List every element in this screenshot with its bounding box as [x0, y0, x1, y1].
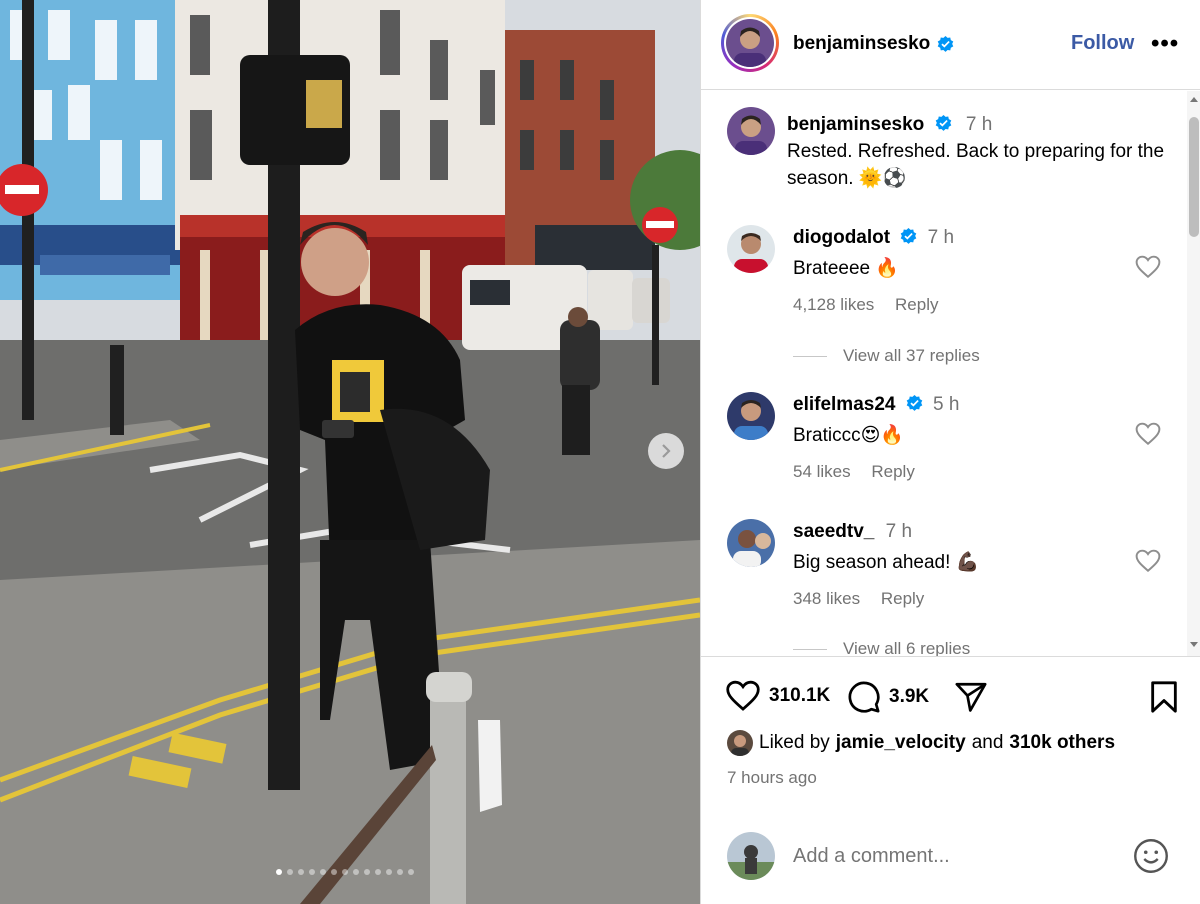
avatar[interactable]	[727, 519, 775, 567]
view-replies-label[interactable]: View all 37 replies	[843, 346, 980, 366]
view-replies-label[interactable]: View all 6 replies	[843, 639, 970, 656]
liked-by-user[interactable]: jamie_velocity	[836, 732, 966, 754]
avatar[interactable]	[727, 225, 775, 273]
avatar	[726, 19, 774, 67]
carousel-dot	[331, 869, 337, 875]
comments-scrollbar[interactable]	[1187, 91, 1200, 656]
verified-icon	[935, 114, 951, 131]
avatar[interactable]	[727, 392, 775, 440]
bookmark-icon	[1151, 681, 1177, 713]
follow-button[interactable]: Follow	[1071, 32, 1134, 55]
comment-icon	[848, 681, 880, 713]
action-bar: 310.1K 3.9K	[701, 675, 1200, 721]
comment-time: 7 h	[927, 227, 955, 248]
view-replies-button[interactable]: View all 37 replies	[793, 346, 980, 366]
carousel-dot	[353, 869, 359, 875]
verified-icon	[937, 35, 954, 52]
liked-by-prefix: Liked by	[759, 732, 830, 753]
share-icon	[955, 682, 987, 712]
view-replies-button[interactable]: View all 6 replies	[793, 639, 970, 656]
comment-input[interactable]	[793, 845, 1113, 868]
carousel-dot	[298, 869, 304, 875]
carousel-dot	[287, 869, 293, 875]
carousel-dot	[375, 869, 381, 875]
author-username[interactable]: benjaminsesko	[793, 33, 930, 55]
carousel-dot	[309, 869, 315, 875]
avatar	[727, 832, 775, 880]
post-side-panel: benjaminsesko Follow ••• benjaminsesko 7…	[700, 0, 1200, 904]
comment-count: 3.9K	[889, 686, 930, 707]
like-button[interactable]: 310.1K	[725, 680, 830, 712]
comment-button[interactable]: 3.9K	[847, 680, 929, 714]
share-button[interactable]	[953, 680, 989, 714]
carousel-indicator	[0, 869, 700, 875]
post-author[interactable]: benjaminsesko	[793, 33, 955, 55]
save-button[interactable]	[1149, 680, 1179, 714]
comment-likes[interactable]: 4,128 likes	[793, 295, 874, 314]
liked-by-others[interactable]: 310k others	[1009, 732, 1115, 754]
post-photo[interactable]	[0, 0, 700, 904]
comment-username[interactable]: elifelmas24	[793, 394, 895, 415]
liked-by-and: and	[971, 732, 1004, 753]
heart-icon[interactable]	[1135, 549, 1161, 573]
comment-username[interactable]: saeedtv_	[793, 521, 874, 542]
carousel-dot	[386, 869, 392, 875]
comment-time: 5 h	[933, 394, 960, 415]
street-photo-illustration	[0, 0, 700, 904]
chevron-right-icon	[662, 444, 671, 458]
emoji-icon[interactable]	[1133, 838, 1169, 874]
scroll-thumb[interactable]	[1189, 117, 1199, 237]
carousel-dot	[342, 869, 348, 875]
verified-icon	[906, 394, 923, 411]
carousel-dot	[276, 869, 282, 875]
comment-text: Big season ahead! 💪🏿	[793, 552, 980, 573]
comment-time: 7 h	[885, 521, 913, 542]
next-image-button[interactable]	[648, 433, 684, 469]
caption-username[interactable]: benjaminsesko	[787, 114, 924, 135]
carousel-dot	[397, 869, 403, 875]
add-comment-bar	[701, 810, 1200, 904]
post-timestamp[interactable]: 7 hours ago	[727, 768, 817, 788]
caption-text: Rested. Refreshed. Back to preparing for…	[787, 141, 1165, 189]
comments-list[interactable]: benjaminsesko 7 h Rested. Refreshed. Bac…	[701, 91, 1200, 657]
carousel-dot	[320, 869, 326, 875]
comment-likes[interactable]: 54 likes	[793, 462, 851, 481]
story-ring[interactable]	[721, 14, 779, 72]
post-header: benjaminsesko Follow •••	[701, 0, 1200, 90]
comment-likes[interactable]: 348 likes	[793, 589, 860, 608]
like-count: 310.1K	[769, 685, 831, 706]
scroll-up-arrow[interactable]	[1190, 97, 1198, 102]
liked-by: Liked by jamie_velocity and 310k others	[727, 730, 1115, 756]
avatar[interactable]	[727, 730, 753, 756]
heart-icon	[726, 680, 760, 711]
heart-icon[interactable]	[1135, 422, 1161, 446]
carousel-dot	[408, 869, 414, 875]
verified-icon	[901, 227, 917, 244]
scroll-down-arrow[interactable]	[1190, 642, 1198, 647]
reply-button[interactable]: Reply	[895, 295, 938, 314]
avatar[interactable]	[727, 107, 775, 155]
reply-button[interactable]: Reply	[871, 462, 914, 481]
reply-button[interactable]: Reply	[881, 589, 924, 608]
heart-icon[interactable]	[1135, 255, 1161, 279]
comment-username[interactable]: diogodalot	[793, 227, 890, 248]
carousel-dot	[364, 869, 370, 875]
comment-text: Braticcc😍🔥	[793, 425, 905, 446]
comment-text: Brateeee 🔥	[793, 258, 900, 279]
more-icon[interactable]: •••	[1151, 30, 1179, 58]
caption-time: 7 h	[965, 114, 993, 135]
